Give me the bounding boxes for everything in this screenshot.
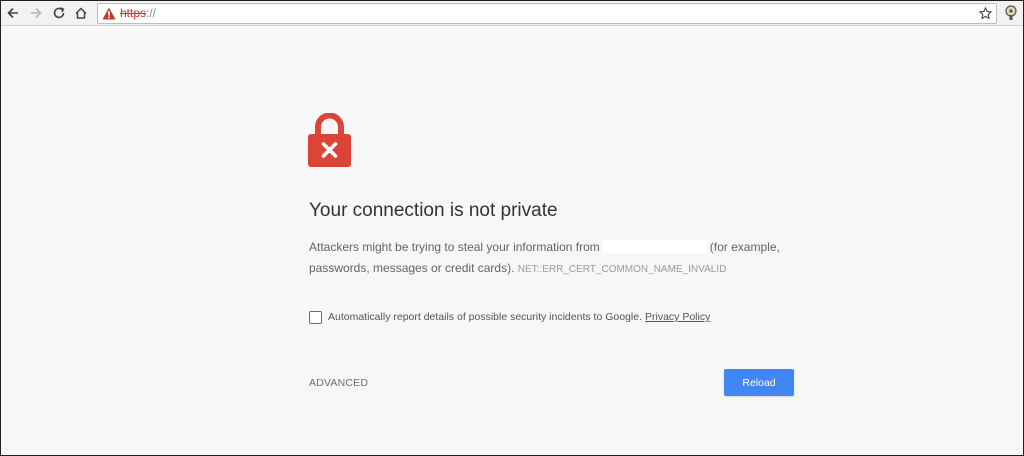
report-checkbox-label: Automatically report details of possible… xyxy=(328,311,710,323)
warning-message: Attackers might be trying to steal your … xyxy=(309,237,789,280)
lock-error-icon xyxy=(308,113,351,167)
extension-icon xyxy=(1005,5,1017,20)
warning-triangle-icon xyxy=(102,7,116,20)
back-arrow-icon xyxy=(7,7,18,19)
advanced-button[interactable]: ADVANCED xyxy=(309,377,368,389)
report-option: Automatically report details of possible… xyxy=(309,309,710,325)
privacy-policy-link[interactable]: Privacy Policy xyxy=(645,311,710,323)
report-checkbox-text: Automatically report details of possible… xyxy=(328,311,642,323)
extension-button[interactable] xyxy=(1001,3,1021,23)
bookmark-button[interactable] xyxy=(976,3,994,23)
home-icon xyxy=(75,7,87,19)
redacted-domain xyxy=(601,240,708,253)
reload-page-button[interactable] xyxy=(49,3,69,23)
forward-arrow-icon xyxy=(31,7,42,19)
page-title: Your connection is not private xyxy=(309,200,558,221)
browser-window: https:// Your connection is not private … xyxy=(0,0,1024,456)
url-scheme: https xyxy=(120,6,147,20)
url-text: https:// xyxy=(120,6,156,20)
home-button[interactable] xyxy=(71,3,91,23)
address-bar[interactable]: https:// xyxy=(97,3,997,24)
back-button[interactable] xyxy=(3,3,23,23)
report-checkbox[interactable] xyxy=(309,310,322,324)
reload-button[interactable]: Reload xyxy=(724,369,794,396)
url-rest: :// xyxy=(146,6,157,20)
star-icon xyxy=(978,6,992,19)
warning-text-part1: Attackers might be trying to steal your … xyxy=(309,240,600,254)
forward-button[interactable] xyxy=(26,3,46,23)
reload-icon xyxy=(53,7,65,19)
error-code: NET::ERR_CERT_COMMON_NAME_INVALID xyxy=(517,264,727,275)
browser-toolbar: https:// xyxy=(1,1,1023,26)
